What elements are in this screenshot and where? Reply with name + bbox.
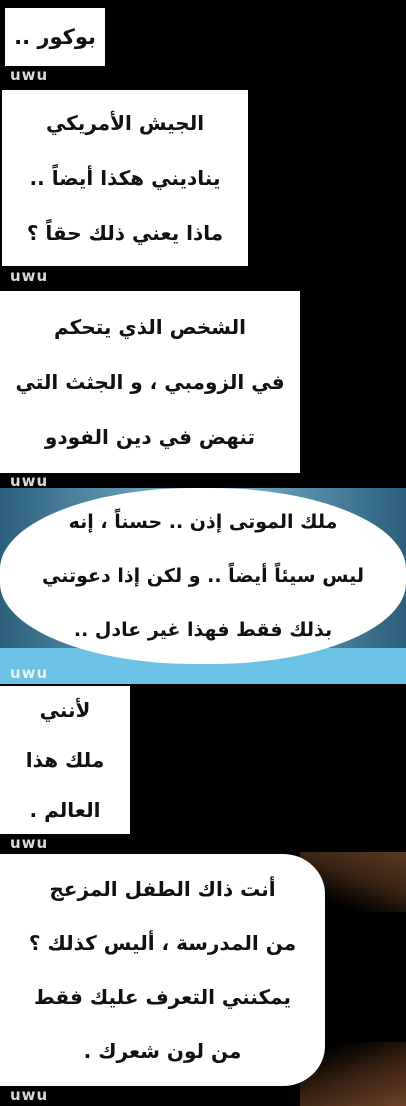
bubble-6-line-2: من المدرسة ، أليس كذلك ؟ — [28, 931, 297, 955]
bubble-3-line-3: تنهض في دين الفودو — [44, 424, 256, 449]
panel-2: الجيش الأمريكي يناديني هكذا أيضاً .. ماذ… — [0, 88, 406, 288]
bubble-4-line-1: ملك الموتى إذن .. حسناً ، إنه — [68, 511, 338, 533]
panel-3: الشخص الذي يتحكم في الزومبي ، و الجثث ال… — [0, 288, 406, 488]
bubble-2-line-1: الجيش الأمريكي — [45, 110, 205, 135]
bubble-6-line-4: من لون شعرك . — [83, 1039, 242, 1063]
bubble-6-line-1: أنت ذاك الطفل المزعج — [49, 877, 276, 901]
bubble-3-line-2: في الزومبي ، و الجثث التي — [15, 369, 285, 394]
bubble-6-line-3: يمكنني التعرف عليك فقط — [34, 985, 292, 1009]
watermark: uwu — [10, 472, 49, 489]
bubble-5-line-2: ملك هذا — [25, 748, 105, 772]
bubble-5-line-3: العالم . — [29, 798, 101, 822]
bubble-2-line-3: ماذا يعني ذلك حقاً ؟ — [26, 220, 224, 245]
panel-5: لأنني ملك هذا العالم . uwu — [0, 684, 406, 852]
bubble-1-line-1: بوكور .. — [14, 25, 96, 49]
speech-bubble-5: لأنني ملك هذا العالم . — [0, 686, 130, 834]
panel-6: أنت ذاك الطفل المزعج من المدرسة ، أليس ك… — [0, 852, 406, 1106]
bubble-5-line-1: لأنني — [39, 698, 91, 722]
watermark: uwu — [10, 834, 49, 852]
speech-bubble-3: الشخص الذي يتحكم في الزومبي ، و الجثث ال… — [0, 291, 300, 473]
panel-1: بوكور .. uwu — [0, 0, 406, 88]
bubble-4-line-2: ليس سيئاً أيضاً .. و لكن إذا دعوتني — [42, 565, 364, 587]
bubble-4-line-3: بذلك فقط فهذا غير عادل .. — [73, 619, 333, 641]
panel-4: ملك الموتى إذن .. حسناً ، إنه ليس سيئاً … — [0, 488, 406, 684]
speech-bubble-6: أنت ذاك الطفل المزعج من المدرسة ، أليس ك… — [0, 854, 325, 1086]
speech-bubble-4: ملك الموتى إذن .. حسناً ، إنه ليس سيئاً … — [0, 488, 406, 664]
bubble-3-line-1: الشخص الذي يتحكم — [54, 314, 246, 339]
bubble-2-line-2: يناديني هكذا أيضاً .. — [29, 165, 221, 190]
watermark: uwu — [10, 66, 49, 84]
speech-bubble-2: الجيش الأمريكي يناديني هكذا أيضاً .. ماذ… — [2, 90, 248, 266]
watermark: uwu — [10, 1086, 49, 1104]
watermark: uwu — [10, 664, 49, 682]
speech-bubble-1: بوكور .. — [5, 8, 105, 66]
watermark: uwu — [10, 267, 49, 285]
